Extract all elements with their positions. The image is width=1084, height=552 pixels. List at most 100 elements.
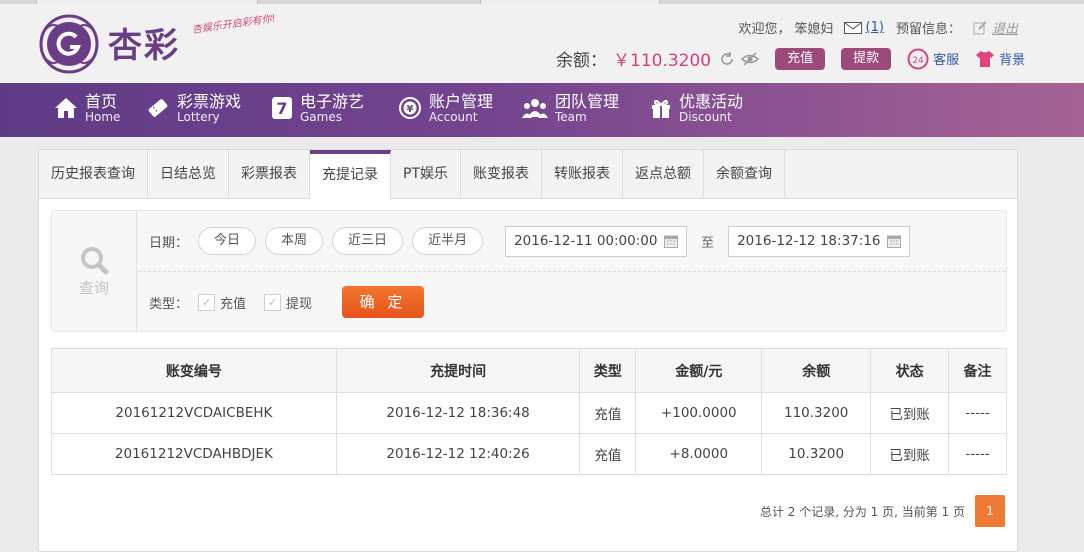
date-from-value: 2016-12-11 00:00:00	[514, 233, 658, 249]
column-header: 充提时间	[335, 348, 581, 393]
background-label: 背景	[999, 53, 1026, 68]
service-24h-icon: 24	[907, 48, 929, 69]
svg-text:24: 24	[912, 56, 924, 66]
range-week-button[interactable]: 本周	[265, 227, 324, 255]
to-label: 至	[701, 235, 715, 251]
tab-rebate-total[interactable]: 返点总额	[623, 150, 704, 199]
column-header: 金额/元	[635, 348, 763, 393]
confirm-button[interactable]: 确 定	[342, 286, 425, 318]
tab-daily-overview[interactable]: 日结总览	[148, 150, 229, 199]
logo-text[interactable]: 杏彩	[108, 18, 180, 67]
record-remark: -----	[948, 433, 1007, 475]
divider	[138, 271, 1006, 272]
calendar-icon[interactable]	[887, 234, 902, 248]
type-row: 类型： ✓ 充值 ✓ 提现 确 定	[149, 285, 425, 319]
nav-label: 电子游艺	[300, 92, 365, 111]
type-withdraw-label: 提现	[286, 296, 313, 312]
logout-link[interactable]: 退出	[973, 18, 1018, 37]
range-today-button[interactable]: 今日	[198, 227, 257, 255]
nav-item-account[interactable]: ¥ 账户管理 Account	[398, 93, 493, 124]
edit-icon	[973, 20, 987, 34]
column-header: 状态	[870, 348, 950, 393]
record-id: 20161212VCDAICBEHK	[51, 392, 337, 434]
table-row: 20161212VCDAHBDJEK 2016-12-12 12:40:26 充…	[51, 433, 1007, 475]
tab-balance-query[interactable]: 余额查询	[704, 150, 785, 199]
range-halfmonth-button[interactable]: 近半月	[412, 227, 484, 255]
pagination-summary: 总计 2 个记录, 分为 1 页, 当前第 1 页	[759, 504, 965, 519]
hide-eye-icon[interactable]	[741, 51, 760, 67]
logo-icon[interactable]	[38, 13, 100, 75]
gift-icon	[652, 100, 670, 119]
type-deposit-checkbox[interactable]: ✓ 充值	[198, 293, 246, 312]
refresh-icon[interactable]	[719, 51, 735, 67]
tab-pt-entertainment[interactable]: PT娱乐	[391, 150, 461, 199]
home-icon	[55, 98, 77, 119]
date-from-field[interactable]: 2016-12-11 00:00:00	[505, 225, 688, 257]
report-tabs: 历史报表查询 日结总览 彩票报表 充提记录 PT娱乐 账变报表 转账报表 返点总…	[39, 150, 1017, 200]
nav-item-games[interactable]: 7 电子游艺 Games	[271, 93, 364, 124]
nav-item-discount[interactable]: 优惠活动 Discount	[650, 93, 743, 124]
service-label: 客服	[933, 53, 960, 68]
date-to-field[interactable]: 2016-12-12 18:37:16	[728, 225, 911, 257]
record-balance: 10.3200	[761, 433, 872, 475]
record-status: 已到账	[870, 392, 950, 434]
username: 笨媳妇	[794, 22, 834, 37]
site-header: 杏彩 杏娱乐开启彩有你! 欢迎您， 笨媳妇 (1) 预留信息： 退出 余额： ￥…	[0, 4, 1084, 83]
record-time: 2016-12-12 18:36:48	[335, 392, 581, 434]
nav-label: 首页	[85, 92, 118, 111]
column-header: 余额	[761, 348, 872, 393]
column-header: 账变编号	[51, 348, 337, 393]
svg-text:¥: ¥	[407, 104, 414, 115]
nav-item-lottery[interactable]: 彩票游戏 Lottery	[146, 93, 241, 124]
nav-item-team[interactable]: 团队管理 Team	[522, 93, 619, 124]
customer-service-link[interactable]: 24 客服	[907, 48, 959, 70]
nav-sublabel: Discount	[679, 109, 732, 124]
filter-box: 查询 日期： 今日 本周 近三日 近半月 2016-12-11 00:00:00…	[51, 210, 1007, 332]
shirt-icon	[976, 50, 995, 67]
nav-label: 账户管理	[429, 92, 494, 111]
column-header: 备注	[948, 348, 1007, 393]
mail-icon[interactable]	[843, 21, 862, 34]
checkbox-checked-icon: ✓	[198, 293, 216, 311]
tab-lottery-report[interactable]: 彩票报表	[229, 150, 310, 199]
record-type: 充值	[579, 433, 637, 475]
table-header-row: 账变编号 充提时间 类型 金额/元 余额 状态 备注	[51, 348, 1007, 393]
tab-deposit-withdraw-records[interactable]: 充提记录	[310, 150, 391, 200]
tab-transfer-report[interactable]: 转账报表	[542, 150, 623, 199]
withdraw-button[interactable]: 提款	[841, 47, 892, 70]
slot-seven-icon: 7	[272, 97, 292, 120]
user-bar: 欢迎您， 笨媳妇 (1) 预留信息： 退出	[739, 18, 1018, 37]
message-count-link[interactable]: (1)	[866, 20, 884, 35]
calendar-icon[interactable]	[664, 234, 679, 248]
record-amount: +100.0000	[635, 392, 763, 434]
nav-label: 团队管理	[555, 92, 620, 111]
record-id: 20161212VCDAHBDJEK	[51, 433, 337, 475]
yen-coin-icon: ¥	[399, 97, 421, 120]
tab-account-change-report[interactable]: 账变报表	[461, 150, 542, 199]
report-panel: 历史报表查询 日结总览 彩票报表 充提记录 PT娱乐 账变报表 转账报表 返点总…	[38, 149, 1018, 552]
nav-label: 优惠活动	[679, 92, 744, 111]
reserve-info-label: 预留信息：	[895, 22, 961, 37]
query-section: 查询	[52, 211, 137, 331]
query-label: 查询	[78, 278, 109, 297]
svg-text:7: 7	[276, 99, 287, 118]
deposit-button[interactable]: 充值	[775, 47, 826, 70]
ticket-icon	[148, 99, 168, 118]
type-withdraw-checkbox[interactable]: ✓ 提现	[264, 293, 312, 312]
range-3days-button[interactable]: 近三日	[332, 227, 404, 255]
type-deposit-label: 充值	[220, 296, 247, 312]
page-number-button[interactable]: 1	[975, 495, 1005, 527]
tab-history-report[interactable]: 历史报表查询	[39, 150, 148, 199]
nav-sublabel: Team	[555, 109, 587, 124]
magnifier-icon	[81, 246, 109, 274]
balance-bar: 余额： ￥110.3200 充值 提款 24 客服 背景	[556, 46, 1025, 71]
record-remark: -----	[948, 392, 1007, 434]
nav-sublabel: Games	[300, 109, 342, 124]
nav-label: 彩票游戏	[177, 92, 242, 111]
background-link[interactable]: 背景	[975, 49, 1025, 68]
record-balance: 110.3200	[761, 392, 872, 434]
nav-item-home[interactable]: 首页 Home	[54, 93, 120, 124]
main-nav: 首页 Home 彩票游戏 Lottery 7 电子游艺 Games ¥ 账户管理 Acc…	[0, 83, 1084, 137]
column-header: 类型	[579, 348, 637, 393]
date-row: 日期： 今日 本周 近三日 近半月 2016-12-11 00:00:00 至 …	[149, 225, 911, 257]
